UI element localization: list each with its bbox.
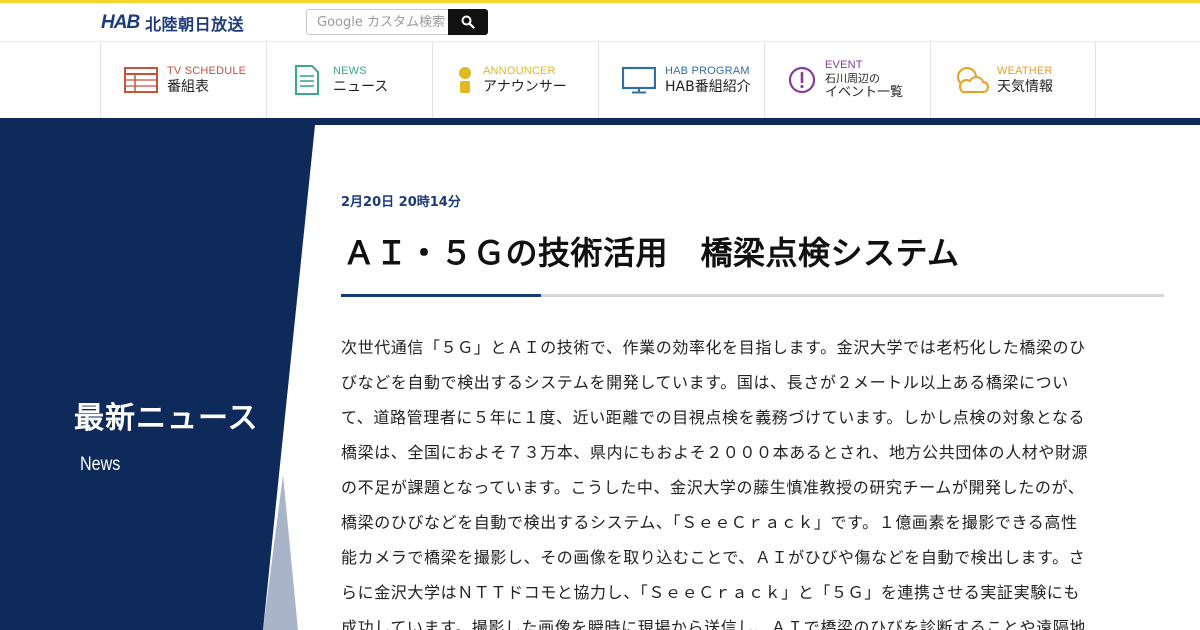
main-nav: TV SCHEDULE 番組表 NEWS ニュース ANNOUNCER アナウン… xyxy=(0,41,1200,118)
search-button[interactable] xyxy=(448,9,488,35)
nav-label-ja-small: 石川周辺の xyxy=(825,72,880,86)
nav-label-ja: イベント一覧 xyxy=(825,84,904,100)
article-body: 次世代通信「５Ｇ」とＡＩの技術で、作業の効率化を目指します。金沢大学では老朽化し… xyxy=(341,330,1111,630)
logo-mark: HAB xyxy=(101,12,140,33)
section-title: 最新ニュース xyxy=(74,401,259,436)
nav-label-ja: 番組表 xyxy=(167,79,209,96)
article-line: 橋梁のひびなどを自動で検出するシステム、「ＳｅｅＣｒａｃｋ」です。１億画素を撮影… xyxy=(341,513,1078,532)
nav-divider-bar xyxy=(0,118,1200,125)
article-line: 橋梁は、全国におよそ７３万本、県内にもおよそ２０００本あるとされ、地方公共団体の… xyxy=(341,443,1089,462)
nav-label-en: HAB PROGRAM xyxy=(665,64,750,77)
search-icon xyxy=(461,15,475,29)
nav-label-ja: 天気情報 xyxy=(997,79,1053,96)
article-line: 成功しています。撮影した画像を瞬時に現場から送信し、ＡＩで橋梁のひびを診断するこ… xyxy=(341,618,1086,630)
weather-icon xyxy=(953,64,989,96)
site-search xyxy=(306,9,488,35)
tv-icon xyxy=(621,64,657,96)
article-line: の不足が課題となっています。こうした中、金沢大学の藤生慎准教授の研究チームが開発… xyxy=(341,478,1085,497)
news-icon xyxy=(289,64,325,96)
nav-item-news[interactable]: NEWS ニュース xyxy=(266,42,432,118)
nav-label-en: NEWS xyxy=(333,64,367,77)
article-title: ＡＩ・５Ｇの技術活用 橋梁点検システム xyxy=(343,234,960,272)
nav-item-event[interactable]: EVENT 石川周辺の イベント一覧 xyxy=(764,42,930,118)
nav-label-ja: アナウンサー xyxy=(483,79,567,96)
nav-label-en: ANNOUNCER xyxy=(483,64,556,77)
nav-label-ja: HAB番組紹介 xyxy=(665,79,751,96)
logo-text: 北陸朝日放送 xyxy=(145,15,245,34)
nav-item-weather[interactable]: WEATHER 天気情報 xyxy=(930,42,1096,118)
search-input[interactable] xyxy=(306,9,448,35)
nav-label-en: EVENT xyxy=(825,59,863,72)
nav-item-announcer[interactable]: ANNOUNCER アナウンサー xyxy=(432,42,598,118)
announcer-icon xyxy=(455,64,475,96)
article-line: らに金沢大学はＮＴＴドコモと協力し、「ＳｅｅＣｒａｃｋ」と「５Ｇ」を連携させる実… xyxy=(341,583,1081,602)
section-subtitle: News xyxy=(80,454,121,475)
title-divider-accent xyxy=(341,294,541,297)
section-hero-panel: 最新ニュース News xyxy=(0,125,320,630)
nav-item-hab-program[interactable]: HAB PROGRAM HAB番組紹介 xyxy=(598,42,764,118)
event-icon xyxy=(787,64,817,96)
article-line: 次世代通信「５Ｇ」とＡＩの技術で、作業の効率化を目指します。金沢大学では老朽化し… xyxy=(341,338,1086,357)
nav-label-en: WEATHER xyxy=(997,64,1053,77)
article-line: て、道路管理者に５年に１度、近い距離での目視点検を義務づけています。しかし点検の… xyxy=(341,408,1086,427)
article-line: びなどを自動で検出するシステムを開発しています。国は、長さが２メートル以上ある橋… xyxy=(341,373,1069,392)
article-date: 2月20日 20時14分 xyxy=(341,195,461,210)
nav-item-tv-schedule[interactable]: TV SCHEDULE 番組表 xyxy=(100,42,266,118)
site-header: HAB 北陸朝日放送 xyxy=(0,3,1200,41)
site-logo[interactable]: HAB 北陸朝日放送 xyxy=(101,12,244,34)
nav-label-ja: ニュース xyxy=(333,79,389,96)
article-line: 能カメラで橋梁を撮影し、その画像を取り込むことで、ＡＩがひびや傷などを自動で検出… xyxy=(341,548,1086,567)
nav-label-en: TV SCHEDULE xyxy=(167,64,247,77)
hero-panel-shape xyxy=(0,125,315,630)
tv-schedule-icon xyxy=(123,64,159,96)
